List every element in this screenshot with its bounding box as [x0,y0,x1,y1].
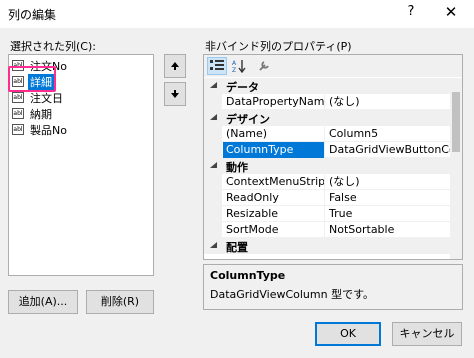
property-pages-button[interactable] [254,57,274,75]
cancel-button[interactable]: キャンセル [392,322,462,346]
title-bar: 列の編集 ? ✕ [0,0,474,28]
textbox-column-icon: abl [12,92,24,103]
property-value[interactable]: NotSortable [326,222,450,238]
property-row[interactable]: DataPropertyName (なし) [204,94,450,110]
textbox-column-icon: abl [12,124,24,135]
property-value[interactable]: DataGridViewButtonColu [326,142,450,158]
category-behavior[interactable]: 動作 [204,158,450,174]
property-row[interactable]: (Name) Column5 [204,126,450,142]
category-layout[interactable]: 配置 [204,238,450,254]
annotation-highlight-box [8,66,56,92]
property-row[interactable]: ContextMenuStrip (なし) [204,174,450,190]
property-row-selected[interactable]: ColumnType DataGridViewButtonColu [204,142,450,158]
property-grid-toolbar: A Z [204,55,462,77]
category-label: データ [226,81,259,94]
list-item[interactable]: abl 製品No [12,121,69,138]
edit-columns-dialog: 列の編集 ? ✕ 選択された列(C): abl 注文No abl 詳細 abl … [0,0,474,358]
collapse-icon[interactable] [209,113,218,122]
list-item-label: 製品No [30,123,67,137]
move-up-button[interactable] [164,54,186,78]
property-rows: データ DataPropertyName (なし) デザイン (Name) Co… [204,78,450,254]
property-row[interactable]: ReadOnly False [204,190,450,206]
window-title: 列の編集 [8,8,57,22]
arrow-down-icon [171,90,179,98]
property-value[interactable]: (なし) [326,94,450,110]
collapse-icon[interactable] [209,241,218,250]
category-label: 動作 [226,161,248,174]
alphabetical-button[interactable]: A Z [229,57,249,75]
collapse-icon[interactable] [209,81,218,90]
property-description-panel: ColumnType DataGridViewColumn 型です。 [203,264,463,310]
property-name: SortMode [223,222,325,238]
scrollbar-thumb[interactable] [452,92,460,152]
property-name: ContextMenuStrip [223,174,325,190]
property-name: DataPropertyName [223,94,325,110]
move-down-button[interactable] [164,82,186,106]
property-value[interactable]: True [326,206,450,222]
property-name: ReadOnly [223,190,325,206]
categorized-icon [210,60,224,70]
help-button[interactable]: ? [398,4,424,24]
properties-label: 非バインド列のプロパティ(P) [205,40,352,53]
property-value[interactable]: False [326,190,450,206]
property-value[interactable]: (なし) [326,174,450,190]
textbox-column-icon: abl [12,108,24,119]
ok-button[interactable]: OK [315,322,381,346]
category-design[interactable]: デザイン [204,110,450,126]
category-data[interactable]: データ [204,78,450,94]
svg-text:A: A [232,60,237,67]
list-item[interactable]: abl 納期 [12,105,54,122]
property-name: ColumnType [223,142,325,158]
categorized-button[interactable] [207,57,227,75]
close-button[interactable]: ✕ [436,3,466,25]
category-label: 配置 [226,241,248,254]
property-grid[interactable]: A Z データ DataPropertyName (なし) デザイン (Name… [203,54,463,260]
wrench-icon [259,61,269,71]
list-item-label: 納期 [30,107,52,121]
description-title: ColumnType [210,269,286,282]
property-value[interactable]: Column5 [326,126,450,142]
svg-text:Z: Z [232,67,236,73]
collapse-icon[interactable] [209,161,218,170]
vertical-scrollbar[interactable] [450,78,462,259]
selected-columns-label: 選択された列(C): [10,40,96,53]
property-row[interactable]: Resizable True [204,206,450,222]
property-name: (Name) [223,126,325,142]
arrow-up-icon [171,62,179,70]
alphabetical-icon: A Z [232,60,246,73]
property-row[interactable]: SortMode NotSortable [204,222,450,238]
remove-column-button[interactable]: 削除(R) [86,290,154,314]
category-label: デザイン [226,113,270,126]
description-text: DataGridViewColumn 型です。 [210,288,374,301]
property-name: Resizable [223,206,325,222]
add-column-button[interactable]: 追加(A)... [8,290,78,314]
